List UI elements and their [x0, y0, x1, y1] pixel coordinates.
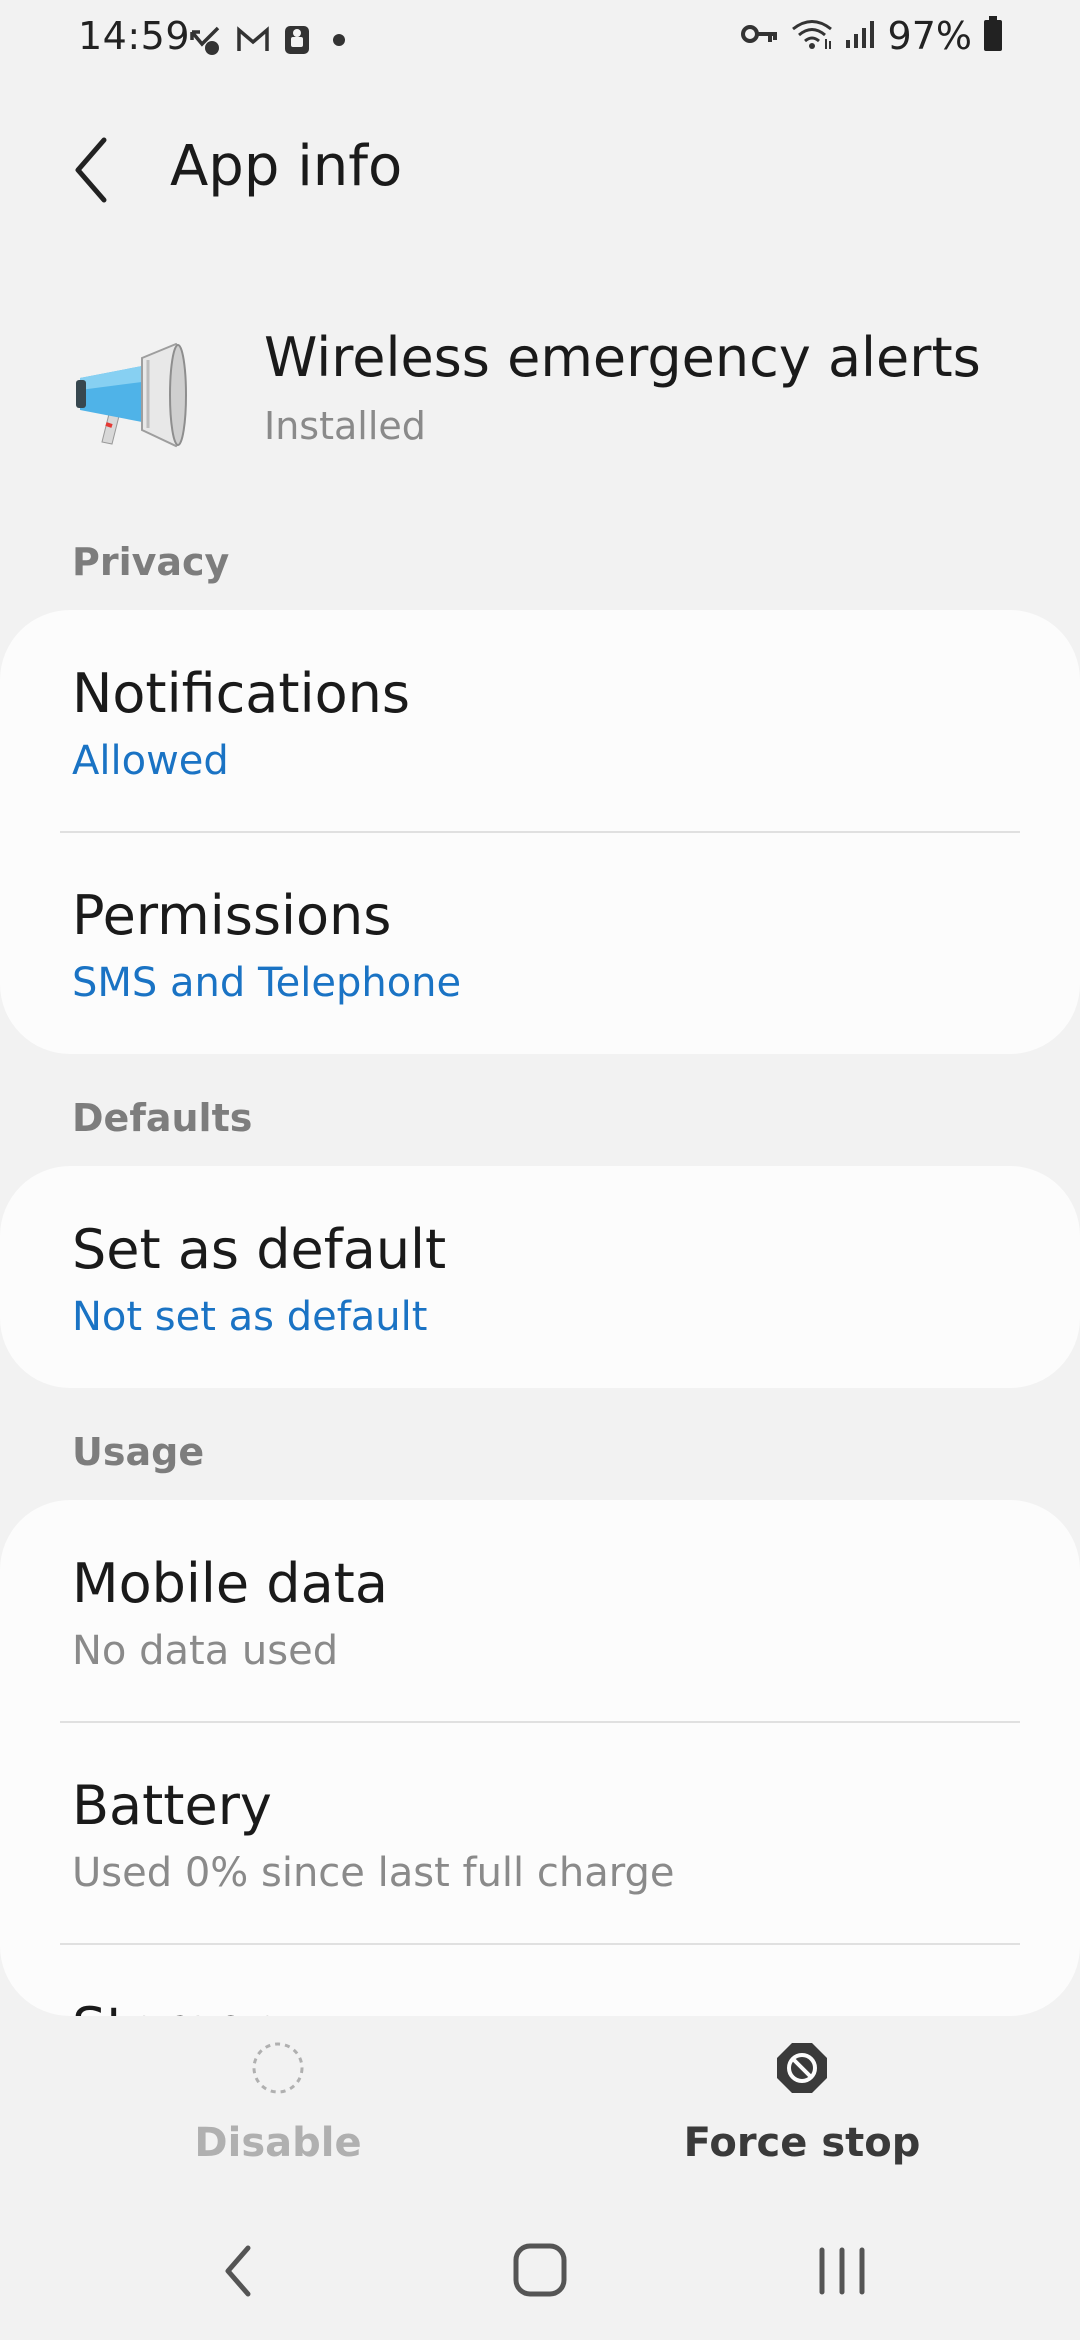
defaults-card: Set as default Not set as default [0, 1166, 1080, 1388]
disable-button[interactable]: Disable [128, 2040, 428, 2190]
status-bar: 14:59 97% [0, 0, 1080, 84]
battery-row[interactable]: Battery Used 0% since last full charge [0, 1722, 1080, 1944]
battery-title: Battery [72, 1774, 272, 1837]
set-as-default-row[interactable]: Set as default Not set as default [0, 1166, 1080, 1388]
sim-icon [282, 23, 312, 61]
nav-back-button[interactable] [200, 2236, 280, 2306]
nav-home-icon [513, 2243, 567, 2297]
mobile-data-row[interactable]: Mobile data No data used [0, 1500, 1080, 1722]
usage-card: Mobile data No data used Battery Used 0%… [0, 1500, 1080, 2016]
status-left-icons [188, 22, 354, 62]
app-install-status: Installed [264, 404, 426, 448]
set-as-default-status: Not set as default [72, 1294, 428, 1340]
system-nav-bar [0, 2200, 1080, 2340]
privacy-card: Notifications Allowed Permissions SMS an… [0, 610, 1080, 1054]
permissions-summary: SMS and Telephone [72, 960, 462, 1006]
notifications-title: Notifications [72, 662, 410, 725]
missed-call-icon [188, 22, 224, 62]
page-title: App info [170, 134, 403, 199]
storage-row[interactable]: Storage [0, 1944, 1080, 2016]
force-stop-button[interactable]: Force stop [652, 2040, 952, 2190]
app-summary: Wireless emergency alerts Installed [0, 310, 1080, 480]
nav-recents-button[interactable] [802, 2236, 882, 2306]
bottom-action-bar: Disable Force stop [0, 2020, 1080, 2200]
nav-home-button[interactable] [500, 2236, 580, 2306]
signal-icon [844, 18, 878, 54]
nav-recents-icon [819, 2247, 865, 2295]
battery-percent: 97% [887, 14, 972, 58]
force-stop-icon [777, 2043, 827, 2093]
storage-title: Storage [72, 1996, 283, 2016]
force-stop-label: Force stop [683, 2120, 921, 2166]
section-header-privacy: Privacy [72, 540, 230, 584]
notifications-status: Allowed [72, 738, 229, 784]
megaphone-icon [72, 338, 192, 458]
vpn-key-icon [740, 19, 780, 53]
status-right-icons: 97% [740, 14, 1004, 58]
chevron-left-icon [75, 137, 107, 203]
gmail-icon [236, 26, 270, 58]
back-button[interactable] [62, 130, 122, 210]
disable-label: Disable [194, 2120, 362, 2166]
permissions-row[interactable]: Permissions SMS and Telephone [0, 832, 1080, 1054]
dot-icon [324, 30, 354, 54]
set-as-default-title: Set as default [72, 1218, 447, 1281]
permissions-title: Permissions [72, 884, 392, 947]
app-bar: App info [0, 110, 1080, 230]
disable-icon [252, 2042, 304, 2094]
mobile-data-title: Mobile data [72, 1552, 388, 1615]
section-header-usage: Usage [72, 1430, 205, 1474]
notifications-row[interactable]: Notifications Allowed [0, 610, 1080, 832]
section-header-defaults: Defaults [72, 1096, 253, 1140]
status-time: 14:59 [78, 14, 191, 58]
app-name: Wireless emergency alerts [264, 326, 981, 389]
battery-icon [982, 15, 1004, 57]
wifi-icon [790, 17, 834, 55]
battery-usage: Used 0% since last full charge [72, 1850, 675, 1896]
mobile-data-usage: No data used [72, 1628, 339, 1674]
nav-back-icon [225, 2245, 251, 2297]
